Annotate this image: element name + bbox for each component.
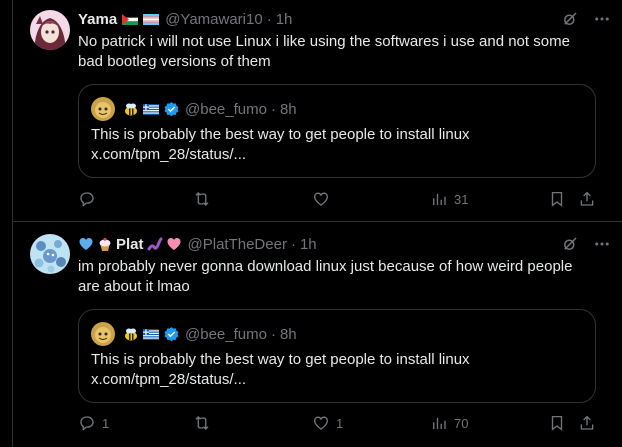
tweet-top-actions xyxy=(561,235,611,253)
reply-icon xyxy=(80,192,94,207)
tweet-top-actions xyxy=(561,10,611,28)
tweet-header: Plat @PlatTheDeer · 1h xyxy=(78,234,317,254)
view-count: 31 xyxy=(454,191,469,207)
greece-flag-icon xyxy=(143,328,159,340)
share-button[interactable] xyxy=(578,414,596,432)
separator-dot: · xyxy=(270,100,276,118)
transgender-flag-icon xyxy=(143,13,160,25)
tweet[interactable]: Yama @Yamawari10 · 1h No patrick i will … xyxy=(13,0,622,222)
quoted-tweet[interactable]: @bee_fumo · 8h This is probably the best… xyxy=(78,309,596,403)
bookmark-button[interactable] xyxy=(548,414,566,432)
share-icon xyxy=(580,415,594,430)
quoted-handle[interactable]: @bee_fumo xyxy=(185,326,267,343)
display-name[interactable]: Plat xyxy=(116,236,144,253)
repost-icon xyxy=(195,416,209,430)
blue-heart-emoji-icon xyxy=(79,238,93,250)
verified-badge-icon xyxy=(164,101,179,116)
quoted-text-line: This is probably the best way to get peo… xyxy=(91,351,470,368)
cupcake-emoji-icon xyxy=(99,237,111,251)
quoted-link[interactable]: x.com/tpm_28/status/... xyxy=(91,370,581,390)
tweet-text: im probably never gonna download linux j… xyxy=(78,258,573,295)
heart-icon xyxy=(313,416,329,430)
tweet[interactable]: Plat @PlatTheDeer · 1h im probably never… xyxy=(13,222,622,447)
share-button[interactable] xyxy=(578,190,596,208)
like-button[interactable] xyxy=(312,190,336,208)
tweet-actions: 31 xyxy=(78,190,608,210)
quoted-avatar[interactable] xyxy=(91,97,115,121)
quoted-timestamp[interactable]: 8h xyxy=(280,101,297,118)
like-button[interactable]: 1 xyxy=(312,414,343,432)
greece-flag-icon xyxy=(143,103,159,115)
reply-button[interactable]: 1 xyxy=(78,414,109,432)
separator-dot: · xyxy=(266,10,272,28)
worm-emoji-icon xyxy=(147,237,163,251)
verified-badge-icon xyxy=(164,326,179,341)
more-options-icon[interactable] xyxy=(593,235,611,253)
reply-button[interactable] xyxy=(78,190,102,208)
tweet-text: No patrick i will not use Linux i like u… xyxy=(78,33,570,70)
share-icon xyxy=(580,191,594,206)
quoted-link[interactable]: x.com/tpm_28/status/... xyxy=(91,145,581,165)
timeline-feed: Yama @Yamawari10 · 1h No patrick i will … xyxy=(12,0,622,447)
user-handle[interactable]: @PlatTheDeer xyxy=(188,236,287,253)
reply-count: 1 xyxy=(102,415,110,431)
bee-emoji-icon xyxy=(125,103,137,116)
repost-button[interactable] xyxy=(193,414,217,432)
bookmark-button[interactable] xyxy=(548,190,566,208)
views-chart-icon xyxy=(433,417,446,429)
grok-icon[interactable] xyxy=(561,10,579,28)
reply-icon xyxy=(80,416,94,431)
display-name[interactable]: Yama xyxy=(78,11,117,28)
quoted-timestamp[interactable]: 8h xyxy=(280,326,297,343)
more-options-icon[interactable] xyxy=(593,10,611,28)
pink-heart-emoji-icon xyxy=(167,238,181,250)
quoted-text: This is probably the best way to get peo… xyxy=(91,350,581,390)
bookmark-icon xyxy=(551,191,563,207)
heart-icon xyxy=(313,192,329,206)
views-chart-icon xyxy=(433,193,446,205)
tweet-header: Yama @Yamawari10 · 1h xyxy=(78,9,292,29)
separator-dot: · xyxy=(270,325,276,343)
tweet-actions: 1 1 70 xyxy=(78,414,608,434)
repost-button[interactable] xyxy=(193,190,217,208)
quoted-tweet[interactable]: @bee_fumo · 8h This is probably the best… xyxy=(78,84,596,178)
bee-emoji-icon xyxy=(125,328,137,341)
quoted-text-line: This is probably the best way to get peo… xyxy=(91,126,470,143)
avatar[interactable] xyxy=(30,234,70,274)
timestamp[interactable]: 1h xyxy=(300,236,317,253)
separator-dot: · xyxy=(290,235,296,253)
quoted-tweet-header: @bee_fumo · 8h xyxy=(91,322,297,346)
bookmark-icon xyxy=(551,415,563,431)
quoted-avatar[interactable] xyxy=(91,322,115,346)
views-button[interactable]: 70 xyxy=(430,414,468,432)
palestine-flag-icon xyxy=(122,13,139,25)
grok-icon[interactable] xyxy=(561,235,579,253)
avatar[interactable] xyxy=(30,10,70,50)
like-count: 1 xyxy=(336,415,344,431)
timestamp[interactable]: 1h xyxy=(276,11,293,28)
view-count: 70 xyxy=(454,415,469,431)
quoted-tweet-header: @bee_fumo · 8h xyxy=(91,97,297,121)
views-button[interactable]: 31 xyxy=(430,190,468,208)
repost-icon xyxy=(195,192,209,206)
quoted-text: This is probably the best way to get peo… xyxy=(91,125,581,165)
quoted-handle[interactable]: @bee_fumo xyxy=(185,101,267,118)
user-handle[interactable]: @Yamawari10 xyxy=(165,11,263,28)
